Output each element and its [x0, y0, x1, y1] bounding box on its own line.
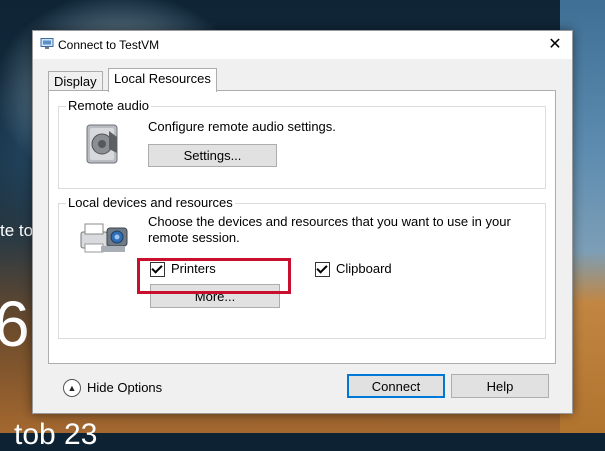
remote-audio-group-label: Remote audio	[66, 98, 151, 114]
hide-options-link[interactable]: Hide Options	[87, 380, 162, 395]
window-title: Connect to TestVM	[58, 38, 160, 52]
background-clock-fragment: 6	[0, 288, 30, 360]
clipboard-checkbox[interactable]	[315, 262, 330, 277]
local-devices-group-label: Local devices and resources	[66, 195, 235, 211]
remote-audio-description: Configure remote audio settings.	[148, 119, 336, 134]
title-bar: Connect to TestVM ✕	[33, 31, 572, 59]
background-date-fragment: tob 23	[14, 418, 98, 451]
tab-local-resources[interactable]: Local Resources	[108, 68, 217, 92]
remote-desktop-icon	[40, 38, 54, 49]
speaker-icon	[86, 124, 118, 164]
close-button[interactable]: ✕	[544, 34, 566, 56]
printer-camera-icon	[80, 223, 128, 253]
tab-display[interactable]: Display	[48, 71, 103, 92]
connect-button[interactable]: Connect	[347, 374, 445, 398]
audio-settings-button[interactable]: Settings...	[148, 144, 277, 167]
background-text-fragment: te to	[0, 221, 34, 240]
local-devices-group: Local devices and resources Choose the d…	[58, 195, 546, 339]
chevron-up-circle-icon[interactable]: ▲	[63, 379, 81, 397]
annotation-highlight-box	[137, 258, 291, 294]
remote-audio-group: Remote audio Configure remote audio sett…	[58, 98, 546, 189]
clipboard-checkbox-label: Clipboard	[336, 261, 392, 276]
rdp-connection-dialog: Connect to TestVM ✕ Display Local Resour…	[32, 30, 573, 414]
local-resources-panel: Remote audio Configure remote audio sett…	[48, 90, 556, 364]
local-devices-description-line2: remote session.	[148, 230, 240, 245]
help-button[interactable]: Help	[451, 374, 549, 398]
local-devices-description-line1: Choose the devices and resources that yo…	[148, 214, 511, 229]
